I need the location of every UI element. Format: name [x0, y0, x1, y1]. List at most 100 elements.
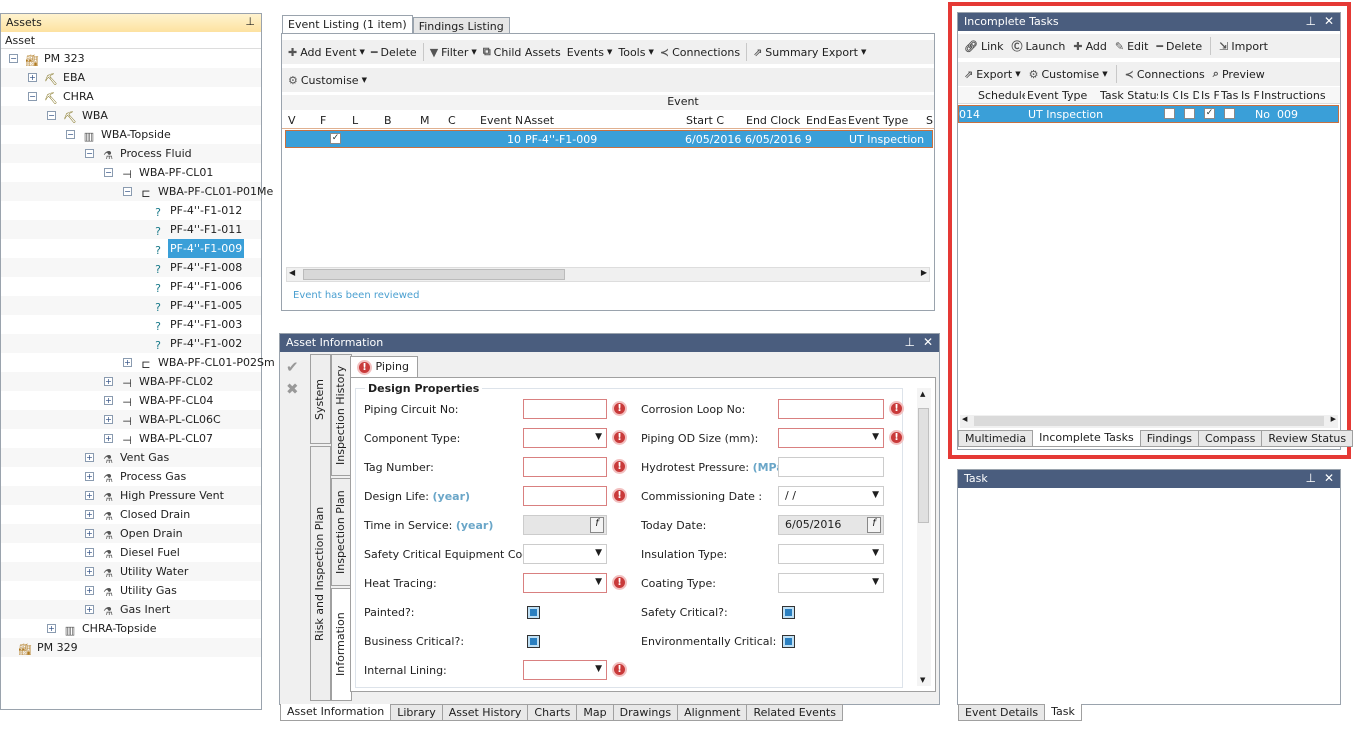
dropdown[interactable]: ▼: [523, 660, 607, 680]
tree-item[interactable]: ? PF-4''-F1-009: [1, 239, 261, 258]
bottom-tab[interactable]: Event Details: [958, 704, 1046, 721]
chevron-down-icon[interactable]: ▼: [872, 490, 879, 500]
tab-piping[interactable]: ! Piping: [350, 356, 418, 378]
customise-button[interactable]: ⚙ Customise ▼: [288, 74, 367, 87]
tree-item[interactable]: 🏭︎ PM 329: [1, 638, 261, 657]
bottom-tab[interactable]: Asset History: [441, 704, 529, 721]
add-event-button[interactable]: ✚ Add Event ▼: [288, 46, 365, 59]
text-input[interactable]: [523, 486, 607, 506]
vertical-scrollbar[interactable]: ▲ ▼: [917, 388, 931, 686]
tree-item[interactable]: ? PF-4''-F1-005: [1, 296, 261, 315]
tree-item[interactable]: ? PF-4''-F1-006: [1, 277, 261, 296]
tools-button[interactable]: Tools ▼: [618, 46, 654, 59]
tree-item[interactable]: + ⊏ WBA-PF-CL01-P02Sm: [1, 353, 275, 372]
tree-item[interactable]: + ⚗ Process Gas: [1, 467, 261, 486]
tree-item[interactable]: − 🏭︎ PM 323: [1, 49, 261, 68]
bottom-tab[interactable]: Multimedia: [958, 430, 1034, 447]
delete-button[interactable]: ━ Delete: [371, 46, 417, 59]
bottom-tab[interactable]: Findings: [1139, 430, 1200, 447]
expand-icon[interactable]: +: [85, 586, 94, 595]
tree-item[interactable]: + ⚗ Utility Water: [1, 562, 261, 581]
bottom-tab[interactable]: Map: [576, 704, 614, 721]
import-button[interactable]: ⇲ Import: [1219, 40, 1268, 53]
tree-item[interactable]: ? PF-4''-F1-011: [1, 220, 261, 239]
horizontal-scrollbar[interactable]: ◀ ▶: [286, 267, 930, 282]
column-header[interactable]: Event Type: [1027, 89, 1098, 102]
column-header[interactable]: Tas: [1221, 89, 1239, 102]
text-input[interactable]: [523, 399, 607, 419]
expand-icon[interactable]: +: [85, 529, 94, 538]
tree-item[interactable]: + ⚗ Closed Drain: [1, 505, 261, 524]
column-header[interactable]: B: [384, 114, 418, 127]
expand-icon[interactable]: +: [104, 377, 113, 386]
scrollbar-thumb[interactable]: [303, 269, 565, 280]
collapse-icon[interactable]: −: [28, 92, 37, 101]
column-header[interactable]: Event Type: [848, 114, 924, 127]
close-icon[interactable]: ✕: [1324, 471, 1334, 485]
chevron-down-icon[interactable]: ▼: [595, 432, 602, 442]
customise-button[interactable]: ⚙ Customise ▼: [1029, 68, 1108, 81]
tree-item[interactable]: + ⚗ Open Drain: [1, 524, 261, 543]
connections-button[interactable]: ≺ Connections: [660, 46, 740, 59]
column-header[interactable]: F: [320, 114, 350, 127]
chevron-down-icon[interactable]: ▼: [595, 664, 602, 674]
tree-item[interactable]: + ⚗ Vent Gas: [1, 448, 261, 467]
tree-item[interactable]: − ⊏ WBA-PF-CL01-P01Me: [1, 182, 273, 201]
connections-button[interactable]: ≺ Connections: [1125, 68, 1205, 81]
formula-icon[interactable]: f: [590, 517, 604, 533]
tree-item[interactable]: + ⊣ WBA-PL-CL06C: [1, 410, 261, 429]
filter-button[interactable]: ▼ Filter ▼: [430, 46, 477, 59]
expand-icon[interactable]: +: [85, 510, 94, 519]
checkbox[interactable]: [1164, 108, 1175, 119]
tree-item[interactable]: + ⊣ WBA-PF-CL02: [1, 372, 261, 391]
column-header[interactable]: Is F: [1201, 89, 1219, 102]
launch-button[interactable]: Ⓒ Launch: [1012, 38, 1066, 54]
collapse-icon[interactable]: −: [47, 111, 56, 120]
column-header[interactable]: S: [926, 114, 940, 127]
table-row[interactable]: ✓ 10 PF-4''-F1-009 6/05/2016 6/05/2016 9 UT I…: [285, 130, 933, 148]
tree-item[interactable]: ? PF-4''-F1-008: [1, 258, 261, 277]
text-input[interactable]: [778, 457, 884, 477]
bottom-tab[interactable]: Library: [390, 704, 443, 721]
tab-event-listing[interactable]: Event Listing (1 item): [282, 15, 413, 34]
horizontal-scrollbar[interactable]: ◀ ▶: [960, 415, 1338, 428]
column-header[interactable]: Instructions: [1261, 89, 1336, 102]
tree-item[interactable]: + ⊣ WBA-PL-CL07: [1, 429, 261, 448]
bottom-tab[interactable]: Alignment: [677, 704, 748, 721]
expand-icon[interactable]: +: [104, 396, 113, 405]
scrollbar-thumb[interactable]: [974, 416, 1324, 426]
vtab-inspection-plan[interactable]: Inspection Plan: [331, 478, 352, 586]
export-button[interactable]: ⇗ Export ▼: [964, 68, 1021, 81]
column-header[interactable]: C: [448, 114, 478, 127]
bottom-tab[interactable]: Related Events: [746, 704, 843, 721]
expand-icon[interactable]: +: [123, 358, 132, 367]
bottom-tab[interactable]: Task: [1044, 704, 1082, 721]
dropdown[interactable]: / / ▼: [778, 486, 884, 506]
text-input[interactable]: [523, 457, 607, 477]
bottom-tab[interactable]: Compass: [1198, 430, 1263, 447]
column-header[interactable]: Is C: [1160, 89, 1178, 102]
chevron-down-icon[interactable]: ▼: [872, 548, 879, 558]
checkbox[interactable]: [527, 606, 540, 619]
checkbox[interactable]: ✓: [1204, 108, 1215, 119]
collapse-icon[interactable]: −: [66, 130, 75, 139]
pin-icon[interactable]: ⊥: [1306, 14, 1316, 28]
column-header[interactable]: V: [288, 114, 318, 127]
cancel-icon[interactable]: ✖: [286, 380, 299, 398]
column-header[interactable]: L: [352, 114, 382, 127]
vtab-risk-inspection-plan[interactable]: Risk and Inspection Plan: [310, 446, 331, 701]
tree-item[interactable]: − ⛏ CHRA: [1, 87, 261, 106]
bottom-tab[interactable]: Drawings: [612, 704, 679, 721]
bottom-tab[interactable]: Asset Information: [280, 704, 392, 721]
column-header[interactable]: Is F: [1241, 89, 1259, 102]
tree-item[interactable]: + ⚗ Diesel Fuel: [1, 543, 261, 562]
expand-icon[interactable]: +: [85, 605, 94, 614]
column-header[interactable]: End: [806, 114, 826, 127]
asset-column-header[interactable]: Asset: [1, 32, 261, 49]
expand-icon[interactable]: +: [85, 567, 94, 576]
column-header[interactable]: Event N: [480, 114, 522, 127]
tree-item[interactable]: − ⊣ WBA-PF-CL01: [1, 163, 261, 182]
text-input[interactable]: 6/05/2016 f: [778, 515, 884, 535]
bottom-tab[interactable]: Review Status: [1261, 430, 1354, 447]
tree-item[interactable]: ? PF-4''-F1-002: [1, 334, 261, 353]
